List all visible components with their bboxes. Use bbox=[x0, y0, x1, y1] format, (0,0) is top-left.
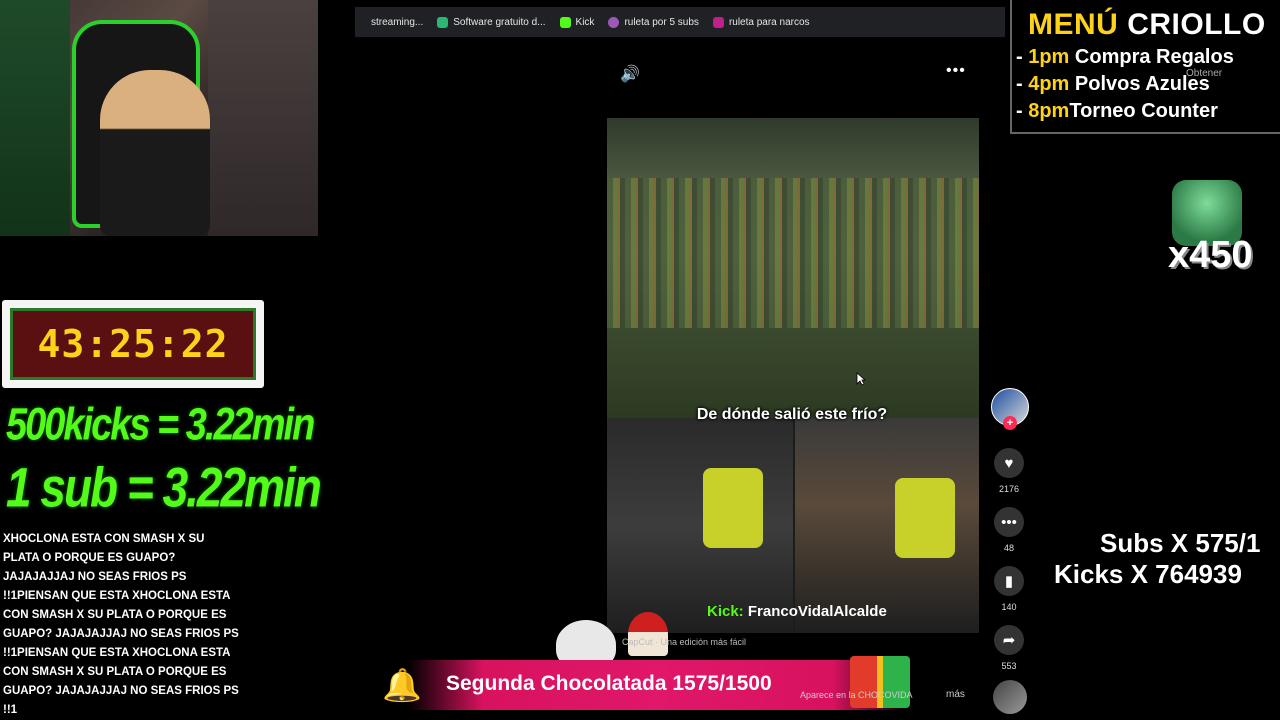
volume-icon[interactable]: 🔊 bbox=[620, 64, 640, 84]
obtener-label: Obtener bbox=[1186, 68, 1223, 79]
streamer bbox=[100, 70, 210, 236]
follow-plus-icon[interactable]: + bbox=[1003, 416, 1017, 430]
comment-icon: ••• bbox=[994, 507, 1024, 537]
chocolatada-banner: Segunda Chocolatada 1575/1500 bbox=[408, 660, 908, 710]
more-options-icon[interactable]: ••• bbox=[946, 62, 966, 80]
save-count: 140 bbox=[1001, 602, 1017, 612]
bookmark-icon bbox=[355, 16, 366, 28]
multiplier-label: x450 bbox=[1168, 234, 1253, 276]
share-count: 553 bbox=[1001, 661, 1017, 671]
capcut-watermark: CapCut · Una edición más fácil bbox=[622, 637, 747, 647]
menu-criollo-panel: MENÚ CRIOLLO - 1pm Compra Regalos - 4pm … bbox=[1010, 0, 1280, 134]
save-button[interactable]: ▮ 140 bbox=[990, 566, 1028, 612]
like-count: 2176 bbox=[998, 484, 1020, 494]
christmas-tree bbox=[0, 0, 70, 236]
subs-counter: Subs X 575/1 bbox=[1100, 528, 1261, 558]
kick-tag: Kick: FrancoVidalAlcalde bbox=[707, 603, 887, 620]
video-caption: De dónde salió este frío? bbox=[696, 406, 888, 423]
bookmark-streaming[interactable]: streaming... bbox=[355, 16, 423, 28]
police-vest bbox=[703, 468, 763, 548]
bookmark-ruleta-narcos[interactable]: ruleta para narcos bbox=[712, 16, 810, 28]
like-button[interactable]: ♥ 2176 bbox=[990, 448, 1028, 494]
bookmark-ruleta-subs[interactable]: ruleta por 5 subs bbox=[608, 16, 699, 28]
chat-message: XHOCLONA ESTA CON SMASH X SU PLATA O POR… bbox=[3, 533, 239, 716]
webcam-feed bbox=[0, 0, 318, 236]
video-clip-right bbox=[795, 418, 979, 633]
police-vest bbox=[895, 478, 955, 558]
bookmark-icon bbox=[437, 16, 449, 28]
sub-banner-text: Aparece en la CHOCOVIDA bbox=[800, 690, 913, 700]
mouse-cursor-icon bbox=[856, 372, 866, 386]
music-avatar[interactable] bbox=[993, 680, 1027, 714]
video-clip-left bbox=[607, 418, 793, 633]
crowd bbox=[607, 178, 979, 328]
bookmark-icon bbox=[608, 16, 620, 28]
kick-icon bbox=[559, 16, 571, 28]
share-icon: ➦ bbox=[994, 625, 1024, 655]
menu-item: - 4pm Polvos Azules bbox=[1016, 73, 1210, 95]
sub-rule: 1 sub = 3.22min bbox=[6, 456, 322, 519]
santa-hat-decoration bbox=[628, 612, 668, 656]
more-link[interactable]: más bbox=[946, 689, 965, 700]
bookmarks-bar: streaming... Software gratuito d... Kick… bbox=[355, 7, 1005, 37]
tiktok-video[interactable]: De dónde salió este frío? Kick: FrancoVi… bbox=[607, 118, 979, 633]
menu-title: MENÚ CRIOLLO bbox=[1028, 8, 1266, 41]
menu-item: - 1pm Compra Regalos bbox=[1016, 46, 1234, 68]
comment-count: 48 bbox=[1003, 543, 1014, 553]
bookmark-software[interactable]: Software gratuito d... bbox=[437, 16, 546, 28]
share-button[interactable]: ➦ 553 bbox=[990, 625, 1028, 671]
comment-button[interactable]: ••• 48 bbox=[990, 507, 1028, 553]
gift-icon bbox=[850, 656, 910, 708]
banner-text: Segunda Chocolatada 1575/1500 bbox=[446, 672, 772, 695]
menu-item: - 8pmTorneo Counter bbox=[1016, 100, 1218, 122]
timer-display: 43:25:22 bbox=[10, 308, 256, 380]
bell-icon: 🔔 bbox=[382, 667, 422, 703]
bookmark-kick[interactable]: Kick bbox=[559, 16, 594, 28]
kicks-rule: 500kicks = 3.22min bbox=[6, 400, 315, 451]
heart-icon: ♥ bbox=[994, 448, 1024, 478]
subathon-timer: 43:25:22 bbox=[2, 300, 264, 388]
bookmark-icon: ▮ bbox=[994, 566, 1024, 596]
kicks-counter: Kicks X 764939 bbox=[1054, 559, 1242, 589]
background-shelf bbox=[208, 0, 318, 236]
bookmark-icon bbox=[712, 16, 724, 28]
stadium-scene bbox=[607, 118, 979, 418]
